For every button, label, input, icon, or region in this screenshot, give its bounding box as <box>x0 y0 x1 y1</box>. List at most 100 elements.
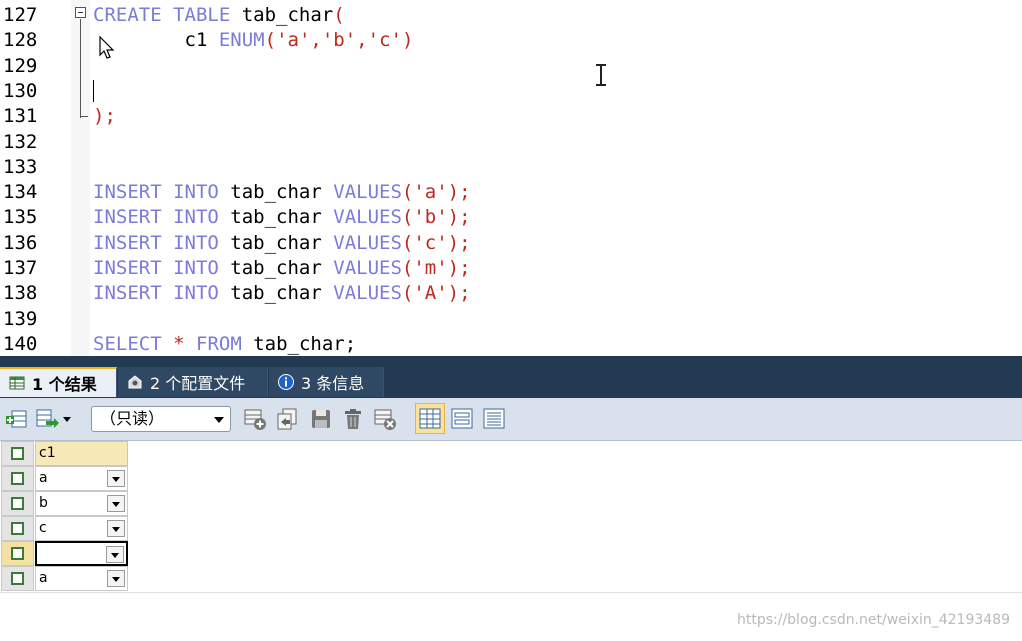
enum-dropdown-button[interactable] <box>107 520 125 537</box>
table-cell[interactable]: c <box>35 516 128 541</box>
profile-icon <box>126 373 144 391</box>
code-token: ); <box>93 105 116 128</box>
table-cell[interactable]: a <box>35 466 128 491</box>
select-all-cell[interactable] <box>1 441 34 466</box>
grid-view-button[interactable] <box>415 403 445 434</box>
code-token: ); <box>447 231 471 254</box>
table-cell[interactable]: a <box>35 566 128 591</box>
table-cell[interactable]: b <box>35 491 128 516</box>
line-number: 134 <box>3 181 38 204</box>
table-cell[interactable] <box>35 541 128 566</box>
enum-dropdown-button[interactable] <box>107 470 125 487</box>
code-line[interactable]: 136 INSERT INTO tab_char VALUES('c'); <box>0 231 1022 256</box>
code-text: ); <box>93 104 116 129</box>
code-token: INSERT <box>93 257 162 279</box>
checkbox-icon <box>11 447 24 460</box>
table-row[interactable]: c <box>0 516 130 541</box>
table-row[interactable] <box>0 541 130 566</box>
code-line[interactable]: 130 <box>0 79 1022 104</box>
code-token: INSERT <box>93 181 162 204</box>
line-number: 131 <box>3 105 38 128</box>
code-token: , <box>310 29 322 52</box>
text-caret <box>93 80 94 102</box>
grid-view-icon <box>419 408 441 429</box>
row-selector[interactable] <box>1 466 34 491</box>
tab-profiles[interactable]: 2 个配置文件 <box>118 367 268 397</box>
code-token: INTO <box>173 282 219 305</box>
code-text: c1 ENUM('a','b','c') <box>93 28 414 53</box>
enum-dropdown-button[interactable] <box>106 546 124 563</box>
checkbox-icon <box>11 472 24 485</box>
code-token: tab_char <box>218 257 334 279</box>
code-token: 'a' <box>413 181 448 204</box>
code-text: CREATE TABLE tab_char( <box>93 3 345 28</box>
insert-row-icon[interactable] <box>4 406 30 432</box>
code-token: tab_char <box>218 282 334 305</box>
delete-icon[interactable] <box>340 406 366 432</box>
save-icon[interactable] <box>308 406 334 432</box>
enum-dropdown-button[interactable] <box>107 570 125 587</box>
row-selector[interactable] <box>1 516 34 541</box>
mouse-pointer-icon <box>99 36 115 59</box>
table-row[interactable]: a <box>0 466 130 491</box>
code-token: 'a' <box>276 29 311 52</box>
checkbox-icon <box>11 547 24 560</box>
code-line[interactable]: 134 INSERT INTO tab_char VALUES('a'); <box>0 180 1022 205</box>
code-token: 'A' <box>413 282 448 305</box>
code-token: ); <box>447 181 471 204</box>
duplicate-icon[interactable] <box>274 406 300 432</box>
code-token: tab_char <box>218 206 334 229</box>
result-grid-icon <box>8 374 26 392</box>
table-row[interactable]: a <box>0 566 130 591</box>
column-header-c1[interactable]: c1 <box>35 441 128 466</box>
checkbox-icon <box>11 522 24 535</box>
enum-dropdown-button[interactable] <box>107 495 125 512</box>
text-view-icon <box>483 408 505 429</box>
code-line[interactable]: 128 c1 ENUM('a','b','c') <box>0 28 1022 53</box>
line-number: 129 <box>3 54 38 77</box>
code-line[interactable]: 138 INSERT INTO tab_char VALUES('A'); <box>0 281 1022 306</box>
code-token: 'c' <box>367 29 402 52</box>
code-token: ( <box>264 29 277 52</box>
edit-mode-select[interactable]: （只读） <box>91 406 231 432</box>
chevron-down-icon[interactable] <box>60 406 74 432</box>
code-line[interactable]: 135 INSERT INTO tab_char VALUES('b'); <box>0 205 1022 230</box>
result-toolbar: （只读） <box>0 398 1022 441</box>
line-number: 136 <box>3 231 38 254</box>
tab-messages[interactable]: 3 条信息 <box>269 367 384 397</box>
add-record-icon[interactable] <box>242 406 268 432</box>
tab-results[interactable]: 1 个结果 <box>0 367 117 397</box>
code-token: ) <box>401 29 414 52</box>
row-selector[interactable] <box>1 491 34 516</box>
sql-editor[interactable]: 127 CREATE TABLE tab_char(128 c1 ENUM('a'… <box>0 0 1022 356</box>
code-token: ( <box>401 231 414 254</box>
text-view-button[interactable] <box>479 403 509 434</box>
code-line[interactable]: 137 INSERT INTO tab_char VALUES('m'); <box>0 256 1022 281</box>
table-row[interactable]: b <box>0 491 130 516</box>
row-selector[interactable] <box>1 566 34 591</box>
code-token: ); <box>447 206 471 229</box>
code-line[interactable]: 132 <box>0 130 1022 155</box>
form-view-icon <box>451 408 473 429</box>
form-view-button[interactable] <box>447 403 477 434</box>
code-token: INSERT <box>93 231 162 254</box>
cell-value: c <box>39 520 47 536</box>
code-token: tab_char <box>230 4 334 26</box>
code-text: INSERT INTO tab_char VALUES('b'); <box>93 205 471 230</box>
code-line[interactable]: 140 SELECT * FROM tab_char; <box>0 332 1022 356</box>
code-token: ( <box>333 4 345 26</box>
export-icon[interactable] <box>34 406 60 432</box>
code-line[interactable]: 133 <box>0 155 1022 180</box>
tab-profiles-label: 2 个配置文件 <box>150 374 246 393</box>
code-line[interactable]: 139 <box>0 307 1022 332</box>
code-line[interactable]: 131); <box>0 104 1022 129</box>
row-selector[interactable] <box>1 541 34 566</box>
code-line[interactable]: 127 CREATE TABLE tab_char( <box>0 3 1022 28</box>
cancel-icon[interactable] <box>372 406 398 432</box>
code-line[interactable]: 129 <box>0 54 1022 79</box>
